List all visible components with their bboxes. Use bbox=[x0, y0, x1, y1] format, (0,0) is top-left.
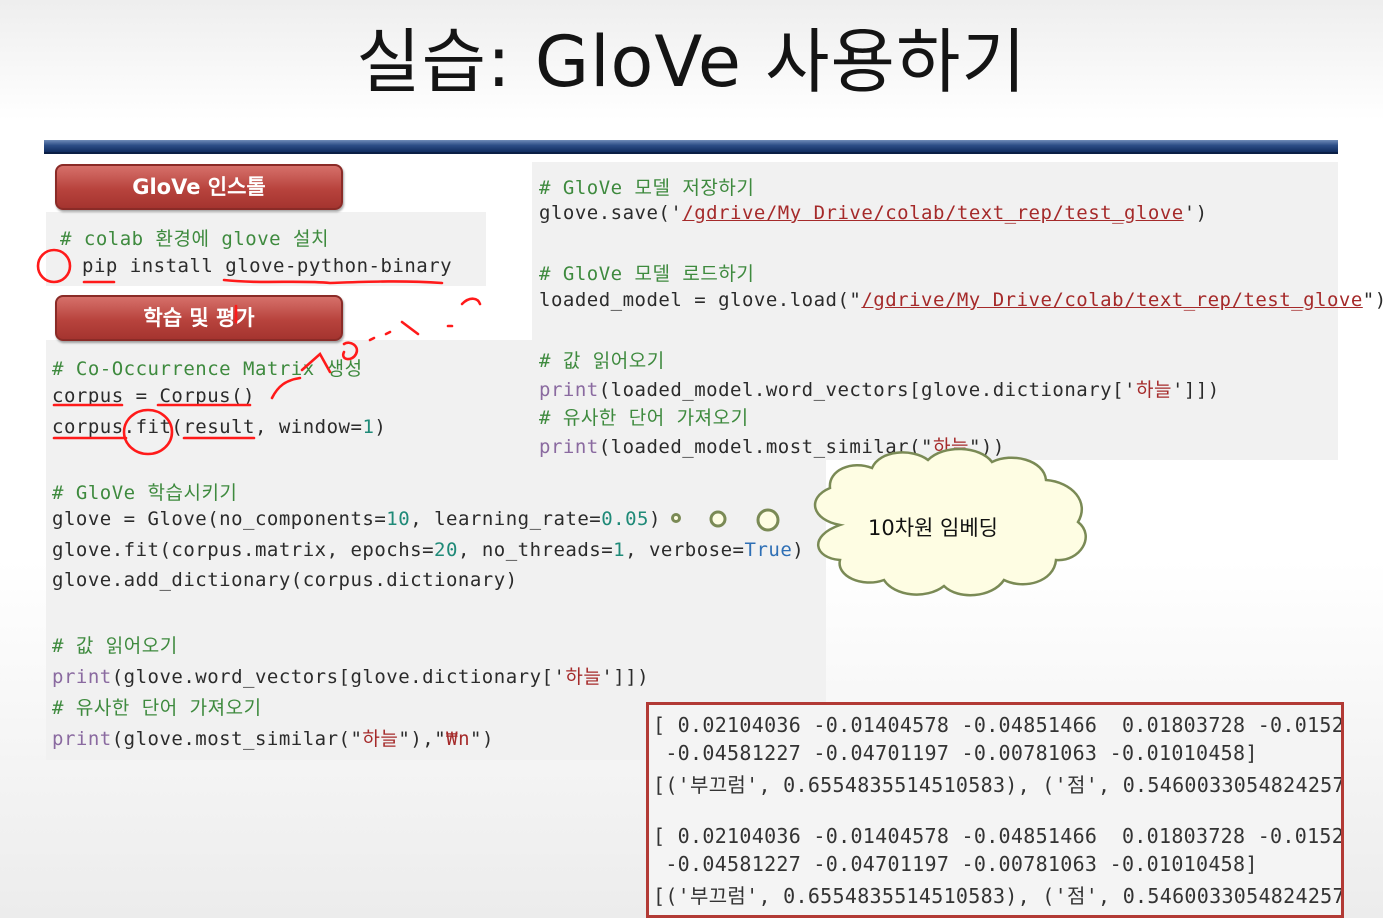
output-line: -0.04581227 -0.04701197 -0.00781063 -0.0… bbox=[653, 741, 1258, 765]
cloud-label: 10차원 임베딩 bbox=[868, 516, 998, 540]
output-line: [ 0.02104036 -0.01404578 -0.04851466 0.0… bbox=[653, 824, 1344, 848]
output-line: [ 0.02104036 -0.01404578 -0.04851466 0.0… bbox=[653, 713, 1344, 737]
thought-bubbles bbox=[671, 508, 780, 532]
red-annotations bbox=[36, 248, 482, 456]
output-box: [ 0.02104036 -0.01404578 -0.04851466 0.0… bbox=[646, 702, 1344, 918]
output-line: -0.04581227 -0.04701197 -0.00781063 -0.0… bbox=[653, 852, 1258, 876]
output-line: [('부끄럼', 0.6554835514510583), ('점', 0.54… bbox=[653, 773, 1344, 797]
output-line: [('부끄럼', 0.6554835514510583), ('점', 0.54… bbox=[653, 884, 1344, 908]
